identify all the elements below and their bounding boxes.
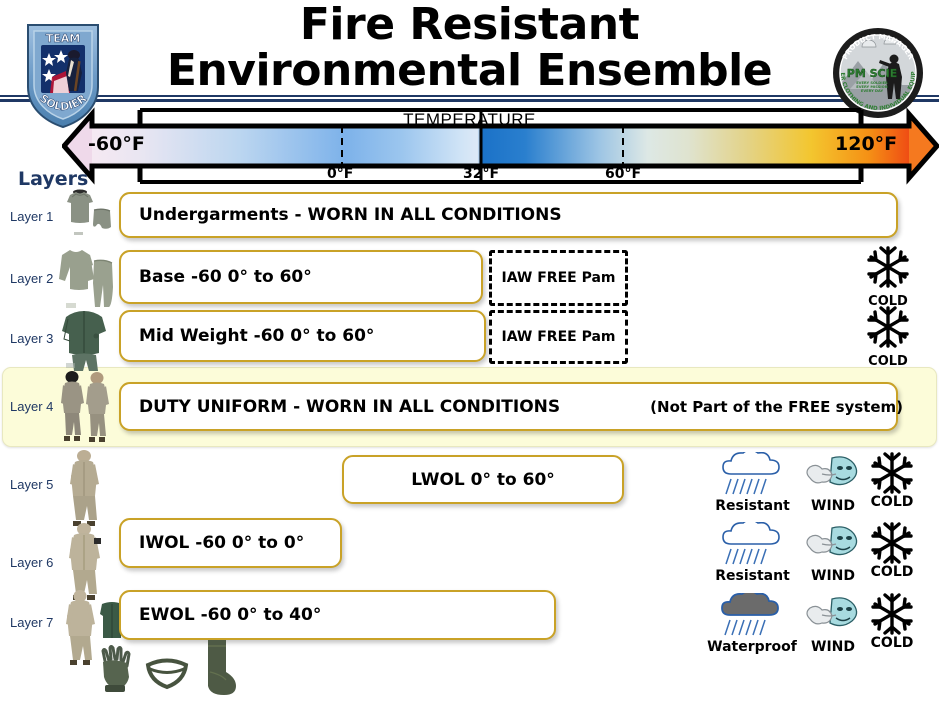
- layer-6-wind-indicator: WIND: [799, 522, 867, 584]
- layer-5-text: LWOL 0° to 60°: [411, 469, 555, 490]
- garment-thumb-layer-5: [58, 448, 116, 526]
- layer-3-text: Mid Weight -60 0° to 60°: [139, 326, 375, 346]
- layer-label-6: Layer 6: [10, 555, 54, 570]
- wind-face-icon: [806, 456, 858, 486]
- sock-icon: [208, 640, 236, 695]
- layer-5-rain-indicator: Resistant: [705, 452, 800, 514]
- layer-label-3: Layer 3: [10, 331, 54, 346]
- rain-cloud-outline-icon: [721, 522, 780, 565]
- rain-cloud-filled-icon: [721, 593, 779, 636]
- layer-5-cold-label: COLD: [870, 494, 914, 510]
- temp-tick-0f: 0°F: [327, 166, 354, 182]
- layer-2-content-box[interactable]: Base -60 0° to 60°: [119, 250, 483, 304]
- snowflake-icon: [867, 246, 909, 288]
- temp-tick-32f: 32°F: [463, 166, 500, 182]
- temperature-axis-label: TEMPERATURE: [403, 110, 536, 129]
- wind-face-icon: [806, 597, 858, 627]
- layer-label-7: Layer 7: [10, 615, 54, 630]
- layer-6-rain-indicator: Resistant: [705, 522, 800, 584]
- layer-6-wind-label: WIND: [811, 568, 855, 584]
- garment-thumb-layer-1: [58, 188, 114, 238]
- garment-thumb-layer-3: [56, 305, 116, 373]
- layer-3-content-box[interactable]: Mid Weight -60 0° to 60°: [119, 310, 486, 362]
- layer-7-waterproof-indicator: Waterproof: [702, 593, 802, 655]
- svg-text:EVERY DAY: EVERY DAY: [861, 89, 884, 93]
- wind-face-icon: [806, 526, 858, 556]
- layer-4-text: DUTY UNIFORM - WORN IN ALL CONDITIONS: [139, 396, 561, 417]
- snowflake-icon: [871, 593, 913, 635]
- layer-7-waterproof-label: Waterproof: [707, 639, 797, 655]
- layer-6-rain-label: Resistant: [715, 568, 790, 584]
- temp-max-label: 120°F: [835, 133, 898, 155]
- layer-6-content-box[interactable]: IWOL -60 0° to 0°: [119, 518, 342, 568]
- layer-label-1: Layer 1: [10, 209, 54, 224]
- layer-6-text: IWOL -60 0° to 0°: [139, 533, 305, 553]
- divider-line-bottom: [0, 99, 939, 102]
- layer-7-wind-label: WIND: [811, 639, 855, 655]
- layer-6-cold-indicator: COLD: [862, 520, 922, 580]
- glove-icon: [101, 645, 131, 692]
- temp-min-label: -60°F: [88, 133, 145, 155]
- layer-label-2: Layer 2: [10, 271, 54, 286]
- header-divider: [0, 95, 939, 102]
- divider-line-top: [0, 95, 939, 97]
- layer-3-iaw-note: IAW FREE Pam: [489, 310, 628, 364]
- snowflake-icon: [871, 452, 913, 494]
- title-line-2: Environmental Ensemble: [166, 45, 773, 96]
- layer-1-text: Undergarments - WORN IN ALL CONDITIONS: [139, 205, 562, 225]
- snowflake-icon: [871, 522, 913, 564]
- layer-3-cold-indicator: COLD: [858, 305, 918, 369]
- layer-5-cold-indicator: COLD: [862, 450, 922, 510]
- layer-4-content-box[interactable]: DUTY UNIFORM - WORN IN ALL CONDITIONS (N…: [119, 382, 903, 431]
- accessory-sock: [196, 638, 240, 703]
- layer-3-iaw-text: IAW FREE Pam: [501, 329, 616, 345]
- layers-heading: Layers: [18, 168, 89, 190]
- neck-gaiter-icon: [145, 658, 189, 690]
- slide-canvas: Fire Resistant Environmental Ensemble TE…: [0, 0, 939, 704]
- snowflake-icon: [867, 306, 909, 348]
- layer-5-wind-label: WIND: [811, 498, 855, 514]
- layer-7-wind-indicator: WIND: [799, 593, 867, 655]
- layer-7-cold-label: COLD: [870, 635, 914, 651]
- page-title: Fire Resistant Environmental Ensemble: [0, 0, 939, 94]
- layer-6-cold-label: COLD: [870, 564, 914, 580]
- garment-thumb-layer-4: [54, 368, 116, 446]
- accessory-glove: [95, 645, 135, 702]
- layer-7-cold-indicator: COLD: [862, 591, 922, 651]
- layer-5-content-box[interactable]: LWOL 0° to 60°: [342, 455, 624, 504]
- layer-2-iaw-note: IAW FREE Pam: [489, 250, 628, 306]
- rain-cloud-outline-icon: [721, 452, 780, 495]
- garment-thumb-layer-2: [56, 245, 116, 311]
- layer-1-content-box[interactable]: Undergarments - WORN IN ALL CONDITIONS: [119, 192, 898, 238]
- accessory-neck-gaiter: [143, 655, 191, 698]
- layer-3-cold-label: COLD: [868, 354, 908, 369]
- layer-5-rain-label: Resistant: [715, 498, 790, 514]
- title-line-1: Fire Resistant: [299, 0, 640, 50]
- layer-7-text: EWOL -60 0° to 40°: [139, 605, 322, 625]
- layer-7-content-box[interactable]: EWOL -60 0° to 40°: [119, 590, 556, 640]
- layer-label-5: Layer 5: [10, 477, 54, 492]
- layer-5-wind-indicator: WIND: [799, 452, 867, 514]
- layer-2-text: Base -60 0° to 60°: [139, 267, 312, 287]
- shield-top-text: TEAM: [46, 32, 80, 45]
- layer-2-cold-indicator: COLD: [858, 245, 918, 309]
- layer-2-iaw-text: IAW FREE Pam: [501, 270, 616, 286]
- layer-4-note: (Not Part of the FREE system): [650, 397, 904, 416]
- seal-center-text: PM SCIE: [847, 67, 897, 80]
- layer-label-4: Layer 4: [10, 399, 54, 414]
- temp-tick-60f: 60°F: [605, 166, 642, 182]
